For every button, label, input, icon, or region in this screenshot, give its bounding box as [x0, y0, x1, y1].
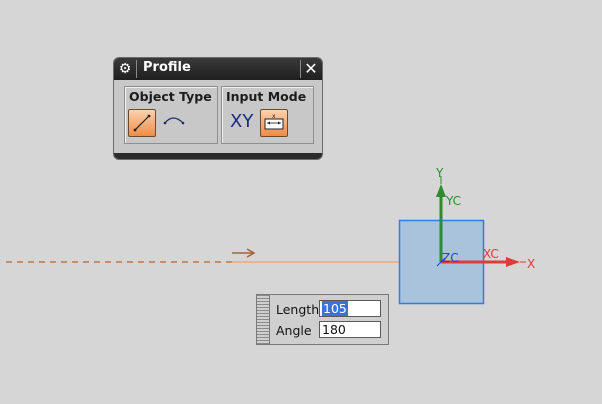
angle-field[interactable]: 180	[319, 321, 381, 338]
y-label: Y	[435, 166, 444, 180]
drag-grip-handle[interactable]	[257, 295, 270, 344]
dynamic-input-box: Length 105 Angle 180	[256, 294, 389, 345]
angle-label: Angle	[276, 323, 312, 338]
yc-label: YC	[445, 194, 461, 208]
length-value: 105	[322, 301, 348, 316]
angle-value: 180	[322, 322, 346, 337]
length-field[interactable]: 105	[319, 300, 381, 317]
zc-label: ZC	[442, 251, 459, 265]
length-label: Length	[276, 302, 320, 317]
direction-arrow-icon	[232, 248, 256, 258]
xc-label: XC	[483, 247, 499, 261]
x-label: X	[527, 257, 535, 271]
